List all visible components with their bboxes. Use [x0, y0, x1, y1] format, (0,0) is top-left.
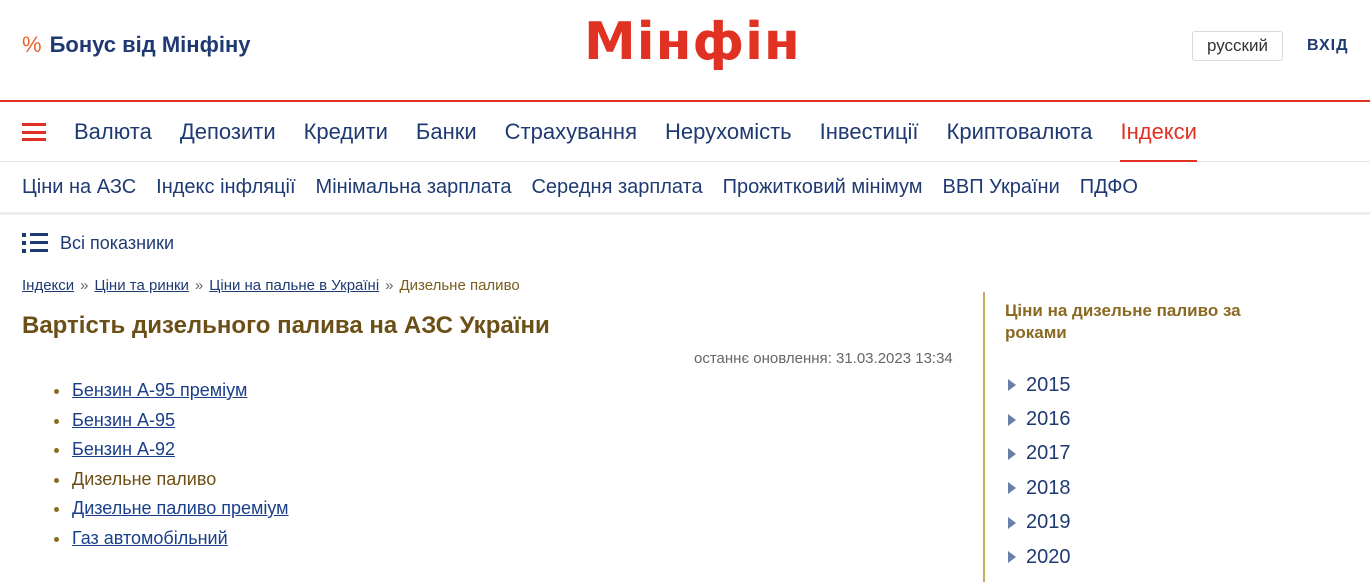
- triangle-right-icon: [1008, 482, 1016, 495]
- sub-nav: Ціни на АЗС Індекс інфляції Мінімальна з…: [0, 163, 1370, 215]
- menu-icon[interactable]: [22, 123, 46, 141]
- main-nav-item-deposits[interactable]: Депозити: [180, 102, 276, 162]
- triangle-right-icon: [1008, 413, 1016, 426]
- bonus-label: Бонус від Мінфіну: [49, 32, 251, 57]
- year-item-2015[interactable]: 2015: [1005, 368, 1071, 402]
- sub-nav-item-subsistence-minimum[interactable]: Прожитковий мінімум: [723, 163, 923, 211]
- all-indicators-label: Всі показники: [60, 232, 175, 253]
- year-item-2019[interactable]: 2019: [1005, 506, 1071, 540]
- list-item: Бензин А-92: [52, 435, 289, 465]
- breadcrumb-current: Дизельне паливо: [399, 277, 520, 294]
- main-nav-item-currency[interactable]: Валюта: [74, 102, 152, 162]
- year-item-2020[interactable]: 2020: [1005, 540, 1071, 574]
- sidebar: Ціни на дизельне паливо за роками 2015 2…: [983, 292, 1370, 582]
- fuel-current-diesel: Дизельне паливо: [72, 468, 217, 489]
- breadcrumb-separator: »: [385, 277, 394, 294]
- list-item: Дизельне паливо: [52, 465, 289, 495]
- language-button[interactable]: русский: [1192, 31, 1283, 61]
- year-label: 2019: [1026, 511, 1071, 534]
- sub-nav-item-avg-salary[interactable]: Середня зарплата: [531, 163, 702, 211]
- site-logo[interactable]: Мінфін: [584, 10, 801, 74]
- year-item-2017[interactable]: 2017: [1005, 437, 1071, 471]
- main-nav-item-investments[interactable]: Інвестиції: [820, 102, 919, 162]
- year-list: 2015 2016 2017 2018 2019 2020: [1005, 368, 1071, 574]
- fuel-link-a95[interactable]: Бензин А-95: [72, 410, 175, 430]
- main-nav-item-credits[interactable]: Кредити: [304, 102, 388, 162]
- fuel-link-a95-premium[interactable]: Бензин А-95 преміум: [72, 380, 247, 400]
- year-label: 2020: [1026, 545, 1071, 568]
- main-nav: Валюта Депозити Кредити Банки Страхуванн…: [0, 102, 1370, 162]
- year-label: 2017: [1026, 442, 1071, 465]
- year-label: 2018: [1026, 476, 1071, 499]
- last-updated: останнє оновлення: 31.03.2023 13:34: [694, 350, 953, 367]
- page-title: Вартість дизельного палива на АЗС Україн…: [22, 312, 550, 339]
- triangle-right-icon: [1008, 379, 1016, 392]
- top-header: % Бонус від Мінфіну Мінфін русский ВХІД: [0, 0, 1370, 100]
- breadcrumb-separator: »: [80, 277, 89, 294]
- breadcrumb-link-prices-markets[interactable]: Ціни та ринки: [95, 277, 189, 294]
- year-label: 2015: [1026, 373, 1071, 396]
- fuel-type-list: Бензин А-95 преміум Бензин А-95 Бензин А…: [52, 376, 289, 553]
- fuel-link-lpg[interactable]: Газ автомобільний: [72, 528, 228, 548]
- triangle-right-icon: [1008, 516, 1016, 529]
- all-indicators-link[interactable]: Всі показники: [22, 232, 174, 254]
- year-item-2018[interactable]: 2018: [1005, 471, 1071, 505]
- fuel-link-a92[interactable]: Бензин А-92: [72, 439, 175, 459]
- list-item: Бензин А-95: [52, 406, 289, 436]
- breadcrumb-link-fuel-prices[interactable]: Ціни на пальне в Україні: [209, 277, 379, 294]
- main-nav-item-insurance[interactable]: Страхування: [505, 102, 637, 162]
- main-nav-item-crypto[interactable]: Криптовалюта: [947, 102, 1093, 162]
- list-item: Дизельне паливо преміум: [52, 494, 289, 524]
- year-item-2016[interactable]: 2016: [1005, 402, 1071, 436]
- fuel-link-diesel-premium[interactable]: Дизельне паливо преміум: [72, 498, 289, 518]
- breadcrumb: Індекси » Ціни та ринки » Ціни на пальне в У…: [22, 277, 520, 294]
- sidebar-heading: Ціни на дизельне паливо за роками: [1005, 301, 1241, 342]
- breadcrumb-link-indices[interactable]: Індекси: [22, 277, 74, 294]
- percent-icon: %: [22, 32, 42, 57]
- sub-nav-item-pit[interactable]: ПДФО: [1080, 163, 1138, 211]
- sub-nav-item-inflation[interactable]: Індекс інфляції: [156, 163, 295, 211]
- list-icon: [22, 232, 48, 254]
- sub-nav-item-min-salary[interactable]: Мінімальна зарплата: [316, 163, 512, 211]
- bonus-link[interactable]: % Бонус від Мінфіну: [22, 32, 250, 58]
- triangle-right-icon: [1008, 447, 1016, 460]
- main-nav-item-banks[interactable]: Банки: [416, 102, 477, 162]
- list-item: Бензин А-95 преміум: [52, 376, 289, 406]
- main-nav-item-real-estate[interactable]: Нерухомість: [665, 102, 792, 162]
- sub-nav-item-gdp[interactable]: ВВП України: [943, 163, 1060, 211]
- breadcrumb-separator: »: [194, 277, 204, 294]
- sub-nav-item-fuel-prices[interactable]: Ціни на АЗС: [22, 163, 136, 211]
- login-button[interactable]: ВХІД: [1307, 37, 1348, 55]
- main-nav-item-indices[interactable]: Індекси: [1120, 102, 1197, 162]
- triangle-right-icon: [1008, 551, 1016, 564]
- list-item: Газ автомобільний: [52, 524, 289, 554]
- year-label: 2016: [1026, 408, 1071, 431]
